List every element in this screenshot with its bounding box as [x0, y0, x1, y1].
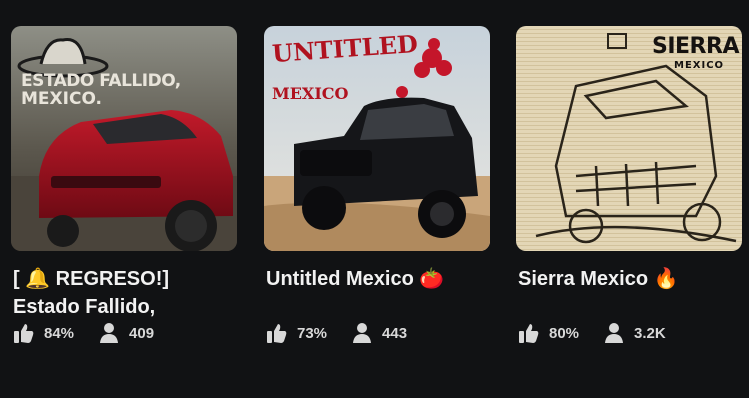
thumbs-up-icon — [14, 324, 34, 343]
like-ratio-stat: 73% — [266, 322, 327, 344]
game-title[interactable]: Sierra Mexico 🔥 — [516, 265, 742, 293]
game-title[interactable]: Untitled Mexico 🍅 — [264, 265, 490, 293]
player-count-stat: 443 — [351, 322, 407, 344]
like-ratio-value: 80% — [549, 324, 580, 342]
game-thumbnail[interactable]: UNTITLED MEXICO — [264, 26, 490, 251]
game-thumbnail[interactable]: ESTADO FALLIDO, MEXICO. — [11, 26, 237, 251]
person-icon — [353, 323, 372, 343]
game-title[interactable]: [ 🔔 REGRESO!] Estado Fallido, — [11, 265, 237, 321]
like-ratio-stat: 84% — [13, 322, 74, 344]
like-ratio-stat: 80% — [518, 322, 579, 344]
player-count-value: 443 — [382, 324, 408, 342]
player-count-stat: 3.2K — [603, 322, 666, 344]
game-stats: 73% 443 — [266, 322, 431, 344]
game-stats: 80% 3.2K — [518, 322, 690, 344]
player-count-value: 409 — [129, 324, 155, 342]
game-card-untitled-mexico[interactable]: UNTITLED MEXICO Untitled Mexico 🍅 — [264, 26, 490, 293]
game-card-estado-fallido[interactable]: ESTADO FALLIDO, MEXICO. [ 🔔 REGRESO!] Es… — [11, 26, 237, 321]
person-icon — [100, 323, 119, 343]
player-count-value: 3.2K — [634, 324, 666, 342]
thumbs-up-icon — [267, 324, 287, 343]
game-grid: ESTADO FALLIDO, MEXICO. [ 🔔 REGRESO!] Es… — [0, 0, 749, 398]
like-ratio-value: 84% — [44, 324, 75, 342]
person-icon — [605, 323, 624, 343]
game-thumbnail[interactable]: SIERRA MEXICO — [516, 26, 742, 251]
game-card-sierra-mexico[interactable]: SIERRA MEXICO Sierra Mexico 🔥 — [516, 26, 742, 293]
thumbs-up-icon — [519, 324, 539, 343]
player-count-stat: 409 — [98, 322, 154, 344]
like-ratio-value: 73% — [297, 324, 328, 342]
game-stats: 84% 409 — [13, 322, 178, 344]
